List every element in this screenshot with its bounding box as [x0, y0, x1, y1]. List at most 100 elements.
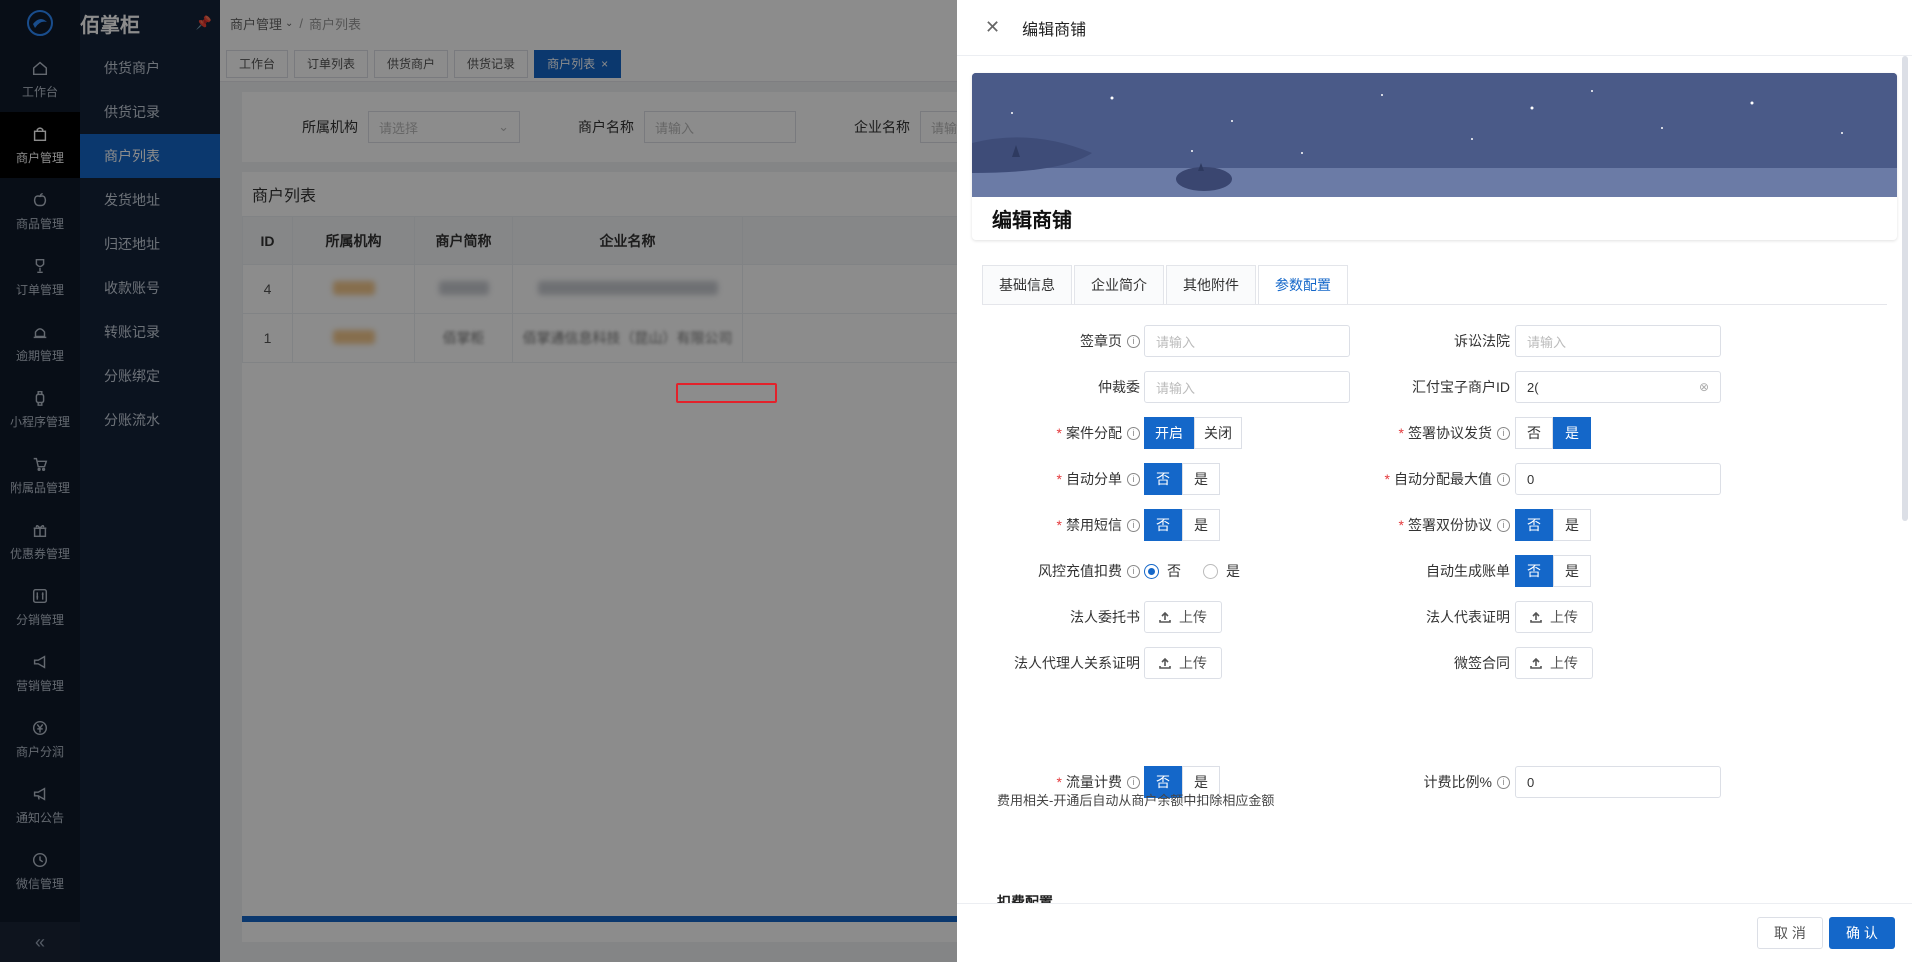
close-icon[interactable]: ✕ — [985, 17, 1000, 38]
input-value: 2( — [1527, 379, 1539, 395]
radio-circle[interactable] — [1144, 563, 1159, 579]
field-label-no_sms: * 禁用短信 i — [1057, 507, 1140, 543]
upload-button-agent_cert[interactable]: 上传 — [1144, 647, 1222, 679]
field-label-text: 汇付宝子商户ID — [1412, 379, 1510, 395]
drawer-tabs: 基础信息 企业简介 其他附件 参数配置 — [982, 265, 1348, 305]
input-value: 0 — [1527, 774, 1535, 790]
option-button[interactable]: 是 — [1553, 509, 1591, 541]
info-icon[interactable]: i — [1127, 564, 1140, 578]
option-button[interactable]: 是 — [1553, 417, 1591, 449]
option-button[interactable]: 开启 — [1144, 417, 1194, 449]
field-label-text: 计费比例% — [1423, 774, 1492, 790]
drawer-footer: 取 消 确 认 — [957, 903, 1912, 962]
input-placeholder: 请输入 — [1156, 380, 1196, 396]
field-label-text: 签章页 — [1080, 333, 1122, 349]
confirm-button[interactable]: 确 认 — [1829, 917, 1895, 949]
input-placeholder: 请输入 — [1527, 334, 1567, 350]
info-icon[interactable]: i — [1497, 472, 1510, 486]
drawer-tab[interactable]: 其他附件 — [1166, 265, 1256, 305]
banner-card: 编辑商铺 — [972, 73, 1897, 240]
radio-label[interactable]: 是 — [1226, 561, 1240, 581]
drawer-title: 编辑商铺 — [1022, 21, 1087, 39]
info-icon[interactable]: i — [1127, 426, 1140, 440]
field-label-risk_fee: 风控充值扣费 i — [1038, 553, 1140, 589]
option-button[interactable]: 否 — [1144, 463, 1182, 495]
drawer-scrollbar[interactable] — [1902, 56, 1908, 521]
input-value: 0 — [1527, 471, 1535, 487]
field-label-text: 法人代表证明 — [1426, 609, 1510, 625]
field-label-case_dist: * 案件分配 i — [1057, 415, 1140, 451]
field-label-text: 微签合同 — [1454, 655, 1510, 671]
field-label-sign_ship: * 签署协议发货 i — [1399, 415, 1510, 451]
field-label-power_attorney: 法人委托书 — [1070, 599, 1140, 635]
info-icon[interactable]: i — [1127, 472, 1140, 486]
upload-button-power_attorney[interactable]: 上传 — [1144, 601, 1222, 633]
edit-shop-drawer: ✕ 编辑商铺 编辑商铺 基础信息 企业简介 其他附件 参数配置 签章页 i 请输… — [957, 0, 1912, 962]
radio-circle[interactable] — [1203, 563, 1218, 579]
field-label-auto_max: * 自动分配最大值 i — [1385, 461, 1510, 497]
info-icon[interactable]: i — [1497, 426, 1510, 440]
cancel-button[interactable]: 取 消 — [1757, 917, 1823, 949]
field-label-auto_split: * 自动分单 i — [1057, 461, 1140, 497]
upload-button-micro_contract[interactable]: 上传 — [1515, 647, 1593, 679]
field-input-court[interactable]: 请输入 — [1515, 325, 1721, 357]
required-mark: * — [1056, 517, 1062, 533]
field-label-text: 自动分配最大值 — [1394, 471, 1492, 487]
field-label-huifu_id: 汇付宝子商户ID — [1412, 369, 1510, 405]
night-landscape-image — [972, 73, 1897, 197]
field-label-text: 自动生成账单 — [1426, 563, 1510, 579]
info-icon[interactable]: i — [1497, 775, 1510, 789]
banner-title: 编辑商铺 — [992, 210, 1072, 232]
field-label-micro_contract: 微签合同 — [1454, 645, 1510, 681]
required-mark: * — [1398, 425, 1404, 441]
info-icon[interactable]: i — [1127, 775, 1140, 789]
option-button[interactable]: 是 — [1182, 463, 1220, 495]
field-label-text: 法人代理人关系证明 — [1014, 655, 1140, 671]
field-label-text: 签署协议发货 — [1408, 425, 1492, 441]
field-label-text: 禁用短信 — [1066, 517, 1122, 533]
upload-icon — [1530, 657, 1542, 669]
field-label-legal_rep_cert: 法人代表证明 — [1426, 599, 1510, 635]
drawer-header: ✕ 编辑商铺 — [957, 0, 1912, 56]
drawer-tab[interactable]: 企业简介 — [1074, 265, 1164, 305]
upload-label: 上传 — [1179, 655, 1207, 671]
field-label-dual_sign: * 签署双份协议 i — [1399, 507, 1510, 543]
option-button[interactable]: 关闭 — [1194, 417, 1242, 449]
tabs-divider — [982, 304, 1887, 305]
option-button[interactable]: 否 — [1144, 509, 1182, 541]
field-label-text: 流量计费 — [1066, 774, 1122, 790]
field-label-text: 案件分配 — [1066, 425, 1122, 441]
info-icon[interactable]: i — [1127, 334, 1140, 348]
info-icon[interactable]: i — [1127, 518, 1140, 532]
field-label-text: 仲裁委 — [1098, 379, 1140, 395]
segmented-dual_sign: 否是 — [1515, 509, 1591, 541]
field-input-arbitration[interactable]: 请输入 — [1144, 371, 1350, 403]
section-fee-title: 费用相关-开通后自动从商户余额中扣除相应金额 — [997, 793, 1275, 808]
field-label-text: 自动分单 — [1066, 471, 1122, 487]
option-button[interactable]: 是 — [1182, 509, 1220, 541]
radio-group-risk_fee: 否是 — [1144, 553, 1240, 589]
option-button[interactable]: 否 — [1515, 555, 1553, 587]
upload-icon — [1159, 657, 1171, 669]
segmented-no_sms: 否是 — [1144, 509, 1220, 541]
required-mark: * — [1398, 517, 1404, 533]
option-button[interactable]: 否 — [1515, 509, 1553, 541]
upload-icon — [1159, 611, 1171, 623]
field-label-agent_cert: 法人代理人关系证明 — [1014, 645, 1140, 681]
info-icon[interactable]: i — [1497, 518, 1510, 532]
drawer-tab[interactable]: 基础信息 — [982, 265, 1072, 305]
field-label-text: 风控充值扣费 — [1038, 563, 1122, 579]
field-input-auto_max[interactable]: 0 — [1515, 463, 1721, 495]
radio-label[interactable]: 否 — [1167, 561, 1181, 581]
drawer-tab[interactable]: 参数配置 — [1258, 265, 1348, 305]
field-input-huifu_id[interactable]: 2( ⊗ — [1515, 371, 1721, 403]
upload-button-legal_rep_cert[interactable]: 上传 — [1515, 601, 1593, 633]
field-input-sign_page[interactable]: 请输入 — [1144, 325, 1350, 357]
upload-label: 上传 — [1179, 609, 1207, 625]
option-button[interactable]: 否 — [1515, 417, 1553, 449]
required-mark: * — [1056, 774, 1062, 790]
field-label-text: 法人委托书 — [1070, 609, 1140, 625]
option-button[interactable]: 是 — [1553, 555, 1591, 587]
clear-icon[interactable]: ⊗ — [1699, 380, 1709, 394]
banner-illustration — [972, 73, 1897, 197]
